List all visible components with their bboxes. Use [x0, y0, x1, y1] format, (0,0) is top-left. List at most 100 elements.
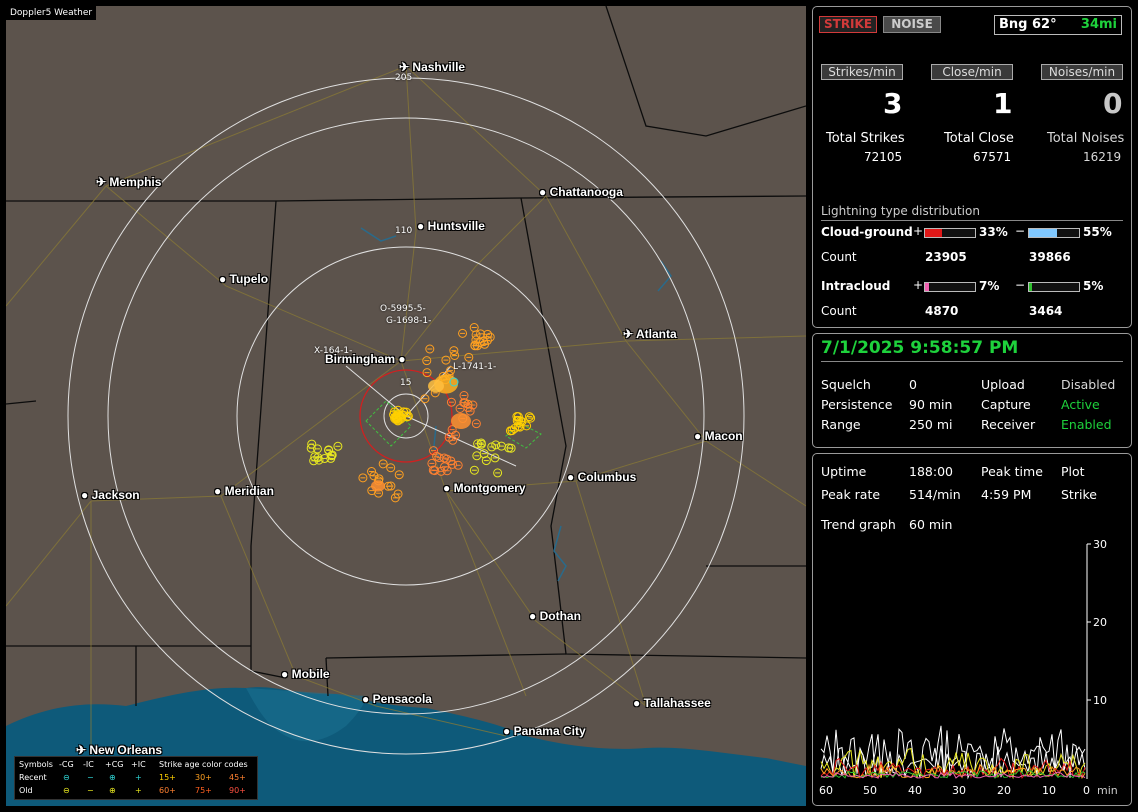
legend-recent-label: Recent: [19, 773, 47, 782]
cg-label: Cloud-ground: [821, 225, 913, 239]
total-noises-value: 16219: [1083, 150, 1122, 164]
uptime-value: 188:00: [909, 464, 953, 479]
trend-lines: [820, 725, 1086, 780]
ic-label: Intracloud: [821, 279, 891, 293]
city-atlanta: ✈ Atlanta: [623, 327, 677, 341]
distance-value: 34mi: [1080, 17, 1117, 32]
total-close-label: Total Close: [944, 131, 1014, 146]
cluster-label: G-1698-1-: [386, 316, 432, 326]
strike-button[interactable]: STRIKE: [819, 16, 877, 33]
x-tick-0: 0: [1083, 784, 1090, 797]
minus-ic-recent-icon: −: [87, 773, 94, 782]
trend-series-line: [820, 771, 1086, 779]
city-dot-icon: ●: [633, 696, 641, 710]
trend-panel: Uptime 188:00 Peak time Plot Peak rate 5…: [812, 453, 1132, 806]
city-macon: ● Macon: [694, 429, 743, 443]
total-strikes-label: Total Strikes: [826, 131, 905, 146]
cluster-label: L-1741-1-: [453, 362, 497, 372]
city-meridian: ● Meridian: [214, 484, 274, 498]
y-tick-10: 10: [1093, 694, 1107, 707]
current-datetime: 7/1/2025 9:58:57 PM: [821, 338, 1019, 358]
uptime-label: Uptime: [821, 464, 867, 479]
x-tick-40: 40: [908, 784, 922, 797]
airport-icon: ✈: [623, 327, 634, 341]
city-jackson: ● Jackson: [81, 488, 140, 502]
roads: [6, 65, 806, 746]
minus-sign: −: [1015, 278, 1026, 292]
airport-icon: ✈: [399, 60, 410, 74]
strike-stats-panel: STRIKE NOISE Bng 62° 34mi Strikes/min Cl…: [812, 6, 1132, 328]
persistence-value: 90 min: [909, 397, 953, 412]
ic-negative-count: 3464: [1029, 304, 1063, 318]
city-chattanooga: ● Chattanooga: [539, 185, 623, 199]
cg-negative-bar: [1028, 228, 1080, 238]
capture-value: Active: [1061, 397, 1100, 412]
x-tick-10: 10: [1042, 784, 1056, 797]
y-tick-20: 20: [1093, 616, 1107, 629]
close-per-min-value: 1: [993, 87, 1013, 120]
peak-rate-label: Peak rate: [821, 487, 881, 502]
x-unit: min: [1097, 784, 1118, 797]
strikes-per-min-value: 3: [883, 87, 903, 120]
city-dot-icon: ●: [694, 429, 702, 443]
age-60: 60+: [159, 786, 176, 795]
peak-rate-value: 514/min: [909, 487, 961, 502]
strikes-per-min-header: Strikes/min: [821, 64, 903, 80]
city-montgomery: ● Montgomery: [443, 481, 526, 495]
city-dot-icon: ●: [362, 692, 370, 706]
ic-positive-pct: 7%: [979, 279, 1000, 293]
legend-age-label: Strike age color codes: [159, 760, 248, 769]
plus-sign: +: [913, 278, 924, 292]
ic-positive-count: 4870: [925, 304, 959, 318]
ic-negative-fill: [1029, 283, 1032, 291]
city-dot-icon: ●: [398, 352, 406, 366]
noise-button[interactable]: NOISE: [883, 16, 941, 33]
lightning-map[interactable]: Doppler5 Weather ✈ Nashville ✈ Memphis ●…: [6, 6, 806, 806]
ic-positive-bar: [924, 282, 976, 292]
capture-label: Capture: [981, 397, 1031, 412]
ring-label-15: 15: [400, 378, 412, 388]
plus-sign: +: [913, 224, 924, 238]
bearing-value: Bng 62°: [999, 17, 1057, 32]
symbol-legend: Symbols -CG -IC +CG +IC Strike age color…: [14, 756, 258, 800]
cg-negative-pct: 55%: [1083, 225, 1112, 239]
city-tallahassee: ● Tallahassee: [633, 696, 711, 710]
total-close-value: 67571: [973, 150, 1012, 164]
upload-label: Upload: [981, 377, 1025, 392]
map-title: Doppler5 Weather: [6, 6, 97, 20]
total-noises-label: Total Noises: [1047, 131, 1125, 146]
settings-panel: 7/1/2025 9:58:57 PM Squelch 0 Upload Dis…: [812, 333, 1132, 448]
range-value: 250 mi: [909, 417, 953, 432]
minus-cg-old-icon: ⊖: [63, 786, 70, 795]
minus-cg-recent-icon: ⊖: [63, 773, 70, 782]
x-tick-30: 30: [952, 784, 966, 797]
rivers: [360, 227, 672, 582]
close-per-min-header: Close/min: [931, 64, 1013, 80]
city-dot-icon: ●: [539, 185, 547, 199]
distribution-title: Lightning type distribution: [821, 204, 980, 218]
legend-header: +IC: [131, 760, 146, 769]
ic-positive-fill: [925, 283, 929, 291]
cg-positive-bar: [924, 228, 976, 238]
cg-count-label: Count: [821, 250, 857, 264]
trend-graph-value[interactable]: 60 min: [909, 517, 952, 532]
cluster-label: X-164-1-: [314, 346, 353, 356]
ic-negative-pct: 5%: [1083, 279, 1104, 293]
plus-ic-old-icon: +: [135, 786, 142, 795]
x-tick-50: 50: [863, 784, 877, 797]
city-dot-icon: ●: [443, 481, 451, 495]
plus-cg-old-icon: ⊕: [109, 786, 116, 795]
city-pensacola: ● Pensacola: [362, 692, 432, 706]
city-dot-icon: ●: [81, 488, 89, 502]
cg-negative-count: 39866: [1029, 250, 1071, 264]
section-divider: [821, 220, 1123, 221]
airport-icon: ✈: [96, 175, 107, 189]
age-15: 15+: [159, 773, 176, 782]
airport-icon: ✈: [76, 743, 87, 757]
legend-header: -IC: [83, 760, 94, 769]
city-new-orleans: ✈ New Orleans: [76, 743, 163, 757]
legend-header: -CG: [59, 760, 74, 769]
plot-value[interactable]: Strike: [1061, 487, 1097, 502]
city-tupelo: ● Tupelo: [219, 272, 269, 286]
cg-positive-count: 23905: [925, 250, 967, 264]
